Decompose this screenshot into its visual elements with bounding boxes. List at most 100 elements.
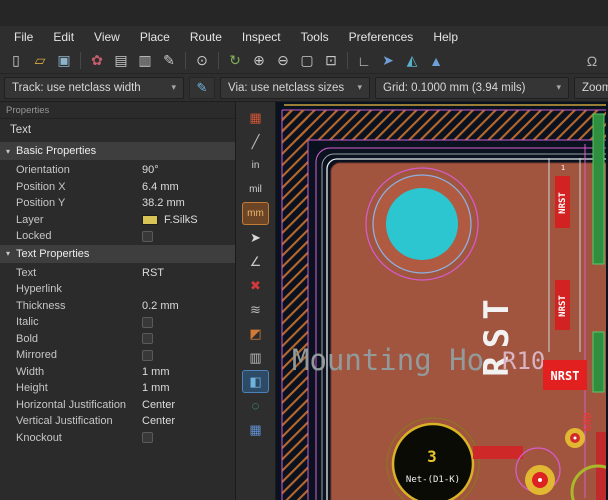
menu-item-inspect[interactable]: Inspect [232,28,291,46]
mirrored-checkbox[interactable] [142,350,153,361]
zoom-in-icon[interactable]: ⊕ [247,50,271,72]
reference-designator: R10 [502,347,545,375]
property-label-orientation: Orientation [16,164,142,176]
property-row-horizontal-justification: Horizontal JustificationCenter [0,397,235,414]
zoom-out-icon[interactable]: ⊖ [271,50,295,72]
via-size-dropdown[interactable]: Via: use netclass sizes [220,77,370,99]
toolbar-separator [347,52,348,69]
property-value-italic [142,317,235,328]
drawing-sheet-icon[interactable]: ▦ [242,418,269,441]
track-width-dropdown[interactable]: Track: use netclass width [4,77,184,99]
zoom-fit-icon[interactable]: ▢ [295,50,319,72]
property-value-width[interactable]: 1 mm [142,366,235,378]
pad-net-mid: NRST [558,295,568,317]
zoom-value: Zoom [582,82,608,94]
italic-checkbox[interactable] [142,317,153,328]
property-label-mirrored: Mirrored [16,349,142,361]
cursor-style-icon[interactable]: ➤ [242,226,269,249]
auto-track-width-button[interactable]: ✎ [189,77,215,99]
property-value-knockout [142,432,235,443]
toolbar-separator [185,52,186,69]
properties-panel: Properties Text ▾Basic PropertiesOrienta… [0,102,236,500]
flip-board-icon[interactable]: ◭ [400,50,424,72]
polar-coords-icon[interactable]: ╱ [242,130,269,153]
property-label-position-x: Position X [16,181,142,193]
find-icon[interactable]: ⊙ [190,50,214,72]
property-value-horizontal-justification[interactable]: Center [142,399,235,411]
page-settings-icon[interactable]: ▤ [109,50,133,72]
left-options-toolbar: ▦╱inmilmm➤∠✖≋◩▥◧◌▦ [236,102,276,500]
property-label-width: Width [16,366,142,378]
zoom-selection-icon[interactable]: ⊡ [319,50,343,72]
menu-item-view[interactable]: View [84,28,130,46]
menu-item-preferences[interactable]: Preferences [339,28,424,46]
property-value-orientation[interactable]: 90° [142,164,235,176]
control-toolbar: Track: use netclass width ✎ Via: use net… [0,74,608,102]
units-inches-button[interactable]: in [242,154,269,177]
pad-net-selected[interactable]: NRST [551,369,580,383]
pad1-number: 1 [561,164,565,172]
property-value-position-x[interactable]: 6.4 mm [142,181,235,193]
property-label-thickness: Thickness [16,300,142,312]
zone-fill-icon[interactable]: ◩ [242,322,269,345]
collapse-triangle-icon: ▾ [6,249,10,258]
selected-object-type: Text [0,119,235,142]
property-label-italic: Italic [16,316,142,328]
layer-name: F.SilkS [164,214,198,226]
property-value-position-y[interactable]: 38.2 mm [142,197,235,209]
zoom-dropdown[interactable]: Zoom [574,77,608,99]
ratsnest-hide-icon[interactable]: ✖ [242,274,269,297]
save-icon[interactable]: ▣ [52,50,76,72]
refresh-icon[interactable]: ↻ [223,50,247,72]
menu-item-tools[interactable]: Tools [291,28,339,46]
property-label-knockout: Knockout [16,432,142,444]
new-board-icon[interactable]: ▯ [4,50,28,72]
units-mm-button[interactable]: mm [242,202,269,225]
curved-ratsnest-icon[interactable]: ≋ [242,298,269,321]
bold-checkbox[interactable] [142,333,153,344]
plot-icon[interactable]: ✎ [157,50,181,72]
property-label-height: Height [16,382,142,394]
print-icon[interactable]: ▥ [133,50,157,72]
toolbar-separator [218,52,219,69]
menu-item-edit[interactable]: Edit [43,28,84,46]
property-value-locked [142,231,235,242]
property-label-hyperlink: Hyperlink [16,283,142,295]
property-value-thickness[interactable]: 0.2 mm [142,300,235,312]
section-title: Basic Properties [16,145,96,157]
net-inspect-icon[interactable]: ◌ [242,394,269,417]
free-angle-icon[interactable]: ∠ [242,250,269,273]
menu-item-route[interactable]: Route [180,28,232,46]
property-row-mirrored: Mirrored [0,347,235,364]
menu-item-place[interactable]: Place [130,28,180,46]
ruler-icon[interactable]: ∟ [352,50,376,72]
property-value-text[interactable]: RST [142,267,235,279]
property-row-height: Height1 mm [0,380,235,397]
layer-toggle-icon[interactable]: ▲ [424,50,448,72]
property-value-height[interactable]: 1 mm [142,382,235,394]
property-value-layer[interactable]: F.SilkS [142,214,235,226]
grid-dots-icon[interactable]: ▦ [242,106,269,129]
zone-outline-icon[interactable]: ▥ [242,346,269,369]
high-contrast-icon[interactable]: ◧ [242,370,269,393]
lock-icon[interactable]: Ω [580,50,604,72]
property-row-bold: Bold [0,331,235,348]
knockout-checkbox[interactable] [142,432,153,443]
highlight-net-icon[interactable]: ➤ [376,50,400,72]
property-label-vertical-justification: Vertical Justification [16,415,142,427]
locked-checkbox[interactable] [142,231,153,242]
property-value-vertical-justification[interactable]: Center [142,415,235,427]
pcb-canvas[interactable]: RST Mounting Ho R10 1 NRST NRST NRST [276,102,608,500]
main-toolbar: ▯▱▣ ✿▤▥✎ ⊙ ↻⊕⊖▢⊡ ∟➤◭▲ Ω [0,48,608,74]
net-name-label: Net-(D1-K) [406,475,460,485]
gnd-label: GND [582,413,594,432]
menu-item-help[interactable]: Help [423,28,468,46]
open-board-icon[interactable]: ▱ [28,50,52,72]
pad-net-top: NRST [558,192,568,214]
grid-dropdown[interactable]: Grid: 0.1000 mm (3.94 mils) [375,77,569,99]
board-setup-icon[interactable]: ✿ [85,50,109,72]
menu-item-file[interactable]: File [4,28,43,46]
units-mils-button[interactable]: mil [242,178,269,201]
section-header-text-properties[interactable]: ▾Text Properties [0,245,235,263]
section-header-basic-properties[interactable]: ▾Basic Properties [0,142,235,160]
